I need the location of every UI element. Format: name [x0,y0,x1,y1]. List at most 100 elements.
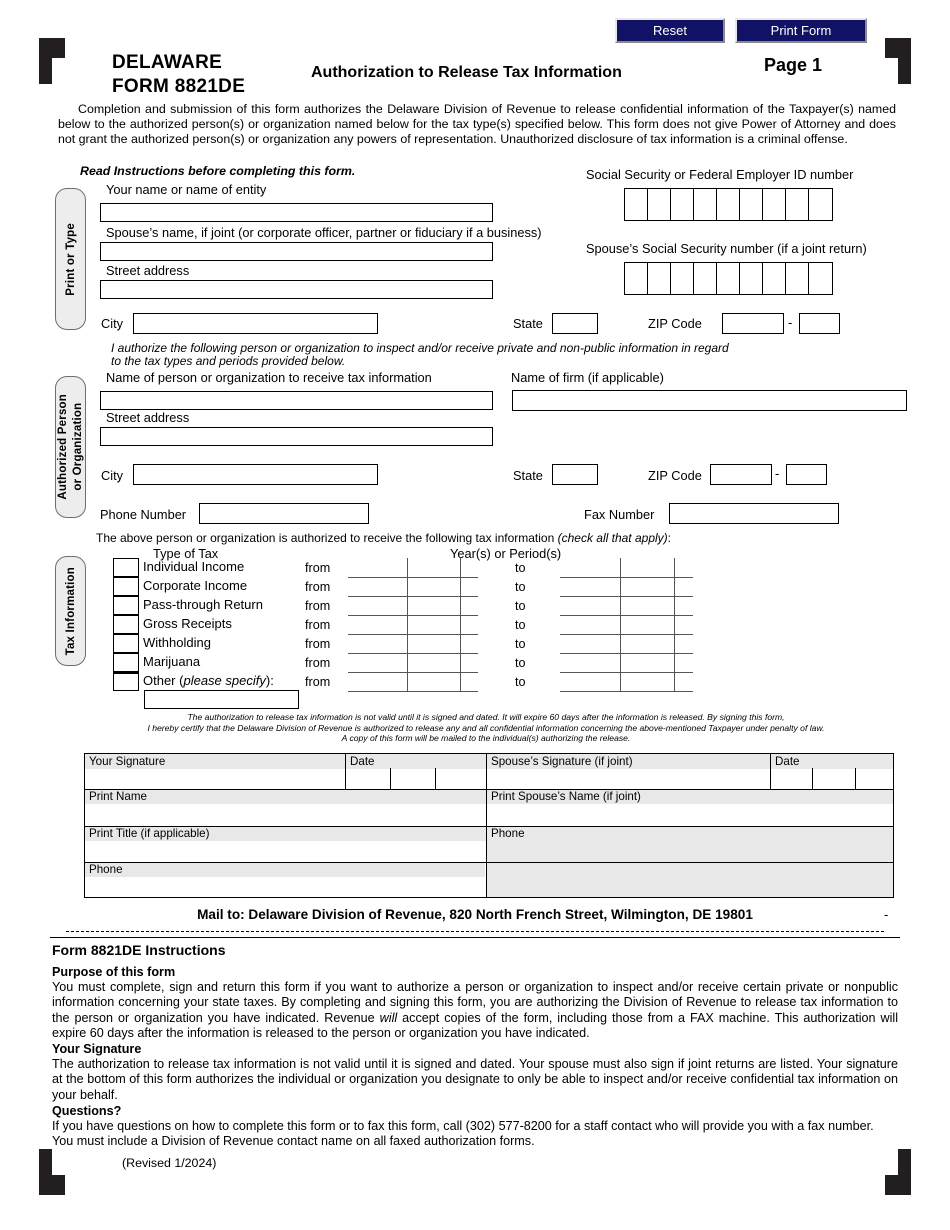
tax-type-label: Pass-through Return [143,597,263,612]
ssn-digit-cell[interactable] [717,263,740,294]
certification-line2: I hereby certify that the Delaware Divis… [147,722,825,733]
ssn-digit-cell[interactable] [717,189,740,220]
print-title-label: Print Title (if applicable) [89,827,210,840]
authorized-name-input[interactable] [100,391,493,410]
from-period-input[interactable] [348,691,478,692]
signature-date-divider-left [345,754,347,790]
tax-type-label: Corporate Income [143,578,248,593]
authorized-street-input[interactable] [100,427,493,446]
instructions-heading: Form 8821DE Instructions [52,942,226,958]
date-label-right: Date [775,755,800,768]
corner-mark-bottom-left [39,1149,65,1195]
print-spouse-name-input[interactable] [489,805,891,825]
to-label: to [515,656,526,670]
from-period-input[interactable] [348,577,478,578]
ssn-digit-cell[interactable] [809,189,832,220]
tax-type-checkbox[interactable] [113,558,139,577]
spouse-signature-input[interactable] [489,769,768,789]
ssn-digit-cell[interactable] [694,189,717,220]
phone-right-input[interactable] [489,842,891,861]
to-grid-divider-2 [674,558,675,692]
form-number: FORM 8821DE [112,76,246,97]
from-period-input[interactable] [348,596,478,597]
corner-mark-bottom-right [885,1149,911,1195]
ssn-digit-cell[interactable] [625,263,648,294]
from-label: from [305,637,331,651]
ssn-digit-cell[interactable] [648,189,671,220]
authorized-fax-input[interactable] [669,503,839,524]
authorize-statement-line2: to the tax types and periods provided be… [111,354,346,368]
ssn-label: Social Security or Federal Employer ID n… [586,167,854,182]
phone-left-input[interactable] [87,878,484,896]
print-title-input[interactable] [87,842,484,861]
authorized-state-label: State [513,468,543,483]
ssn-digit-cell[interactable] [809,263,832,294]
taxpayer-zip-input[interactable] [722,313,784,334]
intro-paragraph: Completion and submission of this form a… [58,102,896,148]
ssn-digit-cell[interactable] [740,189,763,220]
mail-to-text: Mail to: Delaware Division of Revenue, 8… [197,907,753,922]
from-period-input[interactable] [348,615,478,616]
tax-type-checkbox[interactable] [113,577,139,596]
authorized-phone-input[interactable] [199,503,369,524]
authorized-zip-input[interactable] [710,464,772,485]
date-input-right[interactable] [773,769,891,789]
other-italic: please specify [183,673,266,688]
tax-type-checkbox[interactable] [113,653,139,672]
ssn-digit-cell[interactable] [694,263,717,294]
authorized-state-input[interactable] [552,464,598,485]
ssn-digit-cell[interactable] [648,263,671,294]
instructions-separator [50,937,900,938]
from-period-input[interactable] [348,672,478,673]
from-period-input[interactable] [348,653,478,654]
ssn-digit-cell[interactable] [671,189,694,220]
tax-info-intro-plain: The above person or organization is auth… [96,531,558,545]
your-signature-input[interactable] [87,769,343,789]
section-tab-print-or-type-label: Print or Type [64,222,77,296]
authorized-city-input[interactable] [133,464,378,485]
page-title: Authorization to Release Tax Information [311,64,622,81]
other-prefix: Other ( [143,673,184,688]
print-form-button[interactable]: Print Form [735,18,867,43]
spouse-name-label: Spouse’s name, if joint (or corporate of… [106,225,542,240]
ssn-digit-cell[interactable] [671,263,694,294]
ssn-digit-cell[interactable] [786,263,809,294]
date-input-left[interactable] [348,769,484,789]
tax-type-checkbox[interactable] [113,672,139,691]
print-name-input[interactable] [87,805,484,825]
authorized-zip-label: ZIP Code [648,468,702,483]
taxpayer-street-input[interactable] [100,280,493,299]
tax-type-checkbox[interactable] [113,596,139,615]
spouse-ssn-input-boxes[interactable] [624,262,833,295]
taxpayer-city-input[interactable] [133,313,378,334]
certification-line3: A copy of this form will be mailed to th… [341,733,631,743]
firm-name-input[interactable] [512,390,907,411]
to-grid-divider-1 [620,558,621,692]
section-tab-print-or-type: Print or Type [55,188,86,330]
reset-button[interactable]: Reset [615,18,725,43]
from-period-input[interactable] [348,634,478,635]
intro-text: Completion and submission of this form a… [58,102,896,147]
tax-type-checkbox[interactable] [113,634,139,653]
taxpayer-state-input[interactable] [552,313,598,334]
ssn-digit-cell[interactable] [625,189,648,220]
phone-right-label: Phone [491,827,525,840]
ssn-digit-cell[interactable] [763,189,786,220]
taxpayer-zip4-input[interactable] [799,313,840,334]
ssn-input-boxes[interactable] [624,188,833,221]
ssn-digit-cell[interactable] [786,189,809,220]
ssn-digit-cell[interactable] [740,263,763,294]
questions-paragraph: If you have questions on how to complete… [52,1119,874,1149]
tax-type-checkbox[interactable] [113,615,139,634]
mail-to-tick-mark: - [884,907,889,922]
tax-info-intro-italic: (check all that apply) [557,531,668,545]
authorized-zip4-input[interactable] [786,464,827,485]
ssn-digit-cell[interactable] [763,263,786,294]
spouse-name-input[interactable] [100,242,493,261]
taxpayer-name-input[interactable] [100,203,493,222]
corner-mark-top-left [39,38,65,84]
to-label: to [515,561,526,575]
to-label: to [515,618,526,632]
other-tax-specify-input[interactable] [144,690,299,709]
to-label: to [515,580,526,594]
